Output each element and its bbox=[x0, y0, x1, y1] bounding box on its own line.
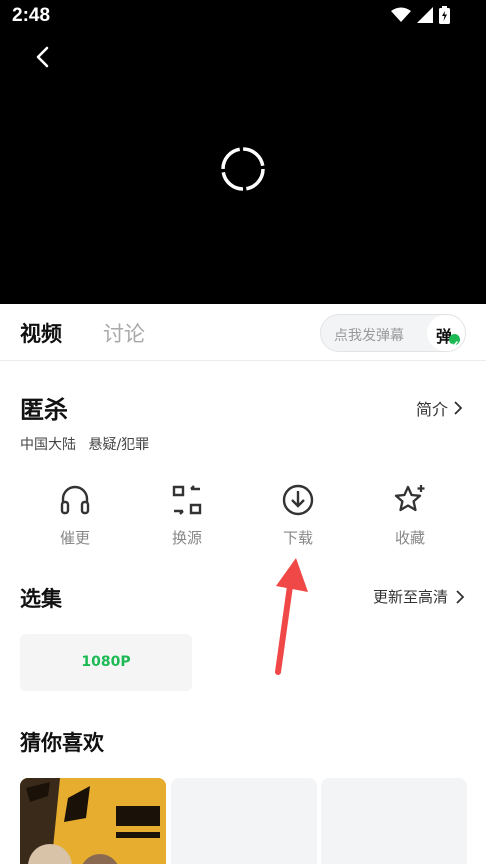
chevron-right-icon bbox=[456, 589, 465, 604]
urge-update-label: 催更 bbox=[59, 529, 90, 547]
video-player[interactable]: 2:48 bbox=[0, 0, 486, 304]
status-time: 2:48 bbox=[12, 5, 51, 26]
episodes-title: 选集 bbox=[20, 587, 62, 611]
tab-video[interactable]: 视频 bbox=[20, 318, 62, 348]
show-meta: 中国大陆 悬疑/犯罪 bbox=[20, 434, 149, 454]
show-title: 匿杀 bbox=[20, 396, 68, 424]
poster-image bbox=[20, 778, 166, 864]
favorite-button[interactable]: 收藏 bbox=[370, 483, 450, 548]
meta-genre: 悬疑/犯罪 bbox=[88, 437, 150, 453]
danmu-toggle-button[interactable]: 弹 bbox=[427, 315, 465, 351]
chevron-right-icon bbox=[454, 401, 463, 415]
recommendation-card[interactable] bbox=[20, 778, 166, 864]
recommendation-card[interactable] bbox=[171, 778, 317, 864]
tab-bar: 视频 讨论 点我发弹幕 弹 bbox=[0, 304, 486, 361]
loading-spinner-icon bbox=[221, 147, 265, 191]
urge-update-button[interactable]: 催更 bbox=[35, 483, 115, 548]
action-row: 催更 换源 下载 收藏 bbox=[20, 483, 466, 553]
download-label: 下载 bbox=[282, 529, 313, 547]
switch-source-icon bbox=[172, 485, 202, 515]
headphones-icon bbox=[60, 485, 90, 515]
wifi-icon bbox=[391, 7, 411, 22]
favorite-label: 收藏 bbox=[394, 529, 425, 547]
battery-icon bbox=[439, 6, 450, 24]
intro-label: 简介 bbox=[415, 400, 448, 419]
status-bar: 2:48 bbox=[0, 0, 486, 34]
annotation-arrow-icon bbox=[275, 558, 308, 675]
meta-region: 中国大陆 bbox=[20, 437, 76, 453]
episodes-more-link[interactable]: 更新至高清 bbox=[373, 586, 466, 607]
episode-item[interactable]: 1080P bbox=[20, 634, 192, 691]
status-icons bbox=[391, 6, 450, 24]
danmu-input[interactable]: 点我发弹幕 弹 bbox=[320, 314, 466, 352]
danmu-placeholder: 点我发弹幕 bbox=[334, 328, 404, 344]
recommendations-title: 猜你喜欢 bbox=[20, 731, 104, 755]
check-icon bbox=[449, 334, 460, 347]
star-icon bbox=[394, 485, 425, 512]
download-button[interactable]: 下载 bbox=[258, 483, 338, 548]
switch-source-label: 换源 bbox=[171, 529, 202, 547]
tab-discussion[interactable]: 讨论 bbox=[103, 318, 145, 348]
back-icon[interactable] bbox=[28, 42, 58, 72]
recommendation-card[interactable] bbox=[321, 778, 467, 864]
download-icon bbox=[282, 484, 314, 516]
episodes-more-label: 更新至高清 bbox=[372, 588, 448, 606]
signal-icon bbox=[417, 7, 433, 23]
switch-source-button[interactable]: 换源 bbox=[147, 483, 227, 548]
intro-link[interactable]: 简介 bbox=[416, 396, 464, 420]
